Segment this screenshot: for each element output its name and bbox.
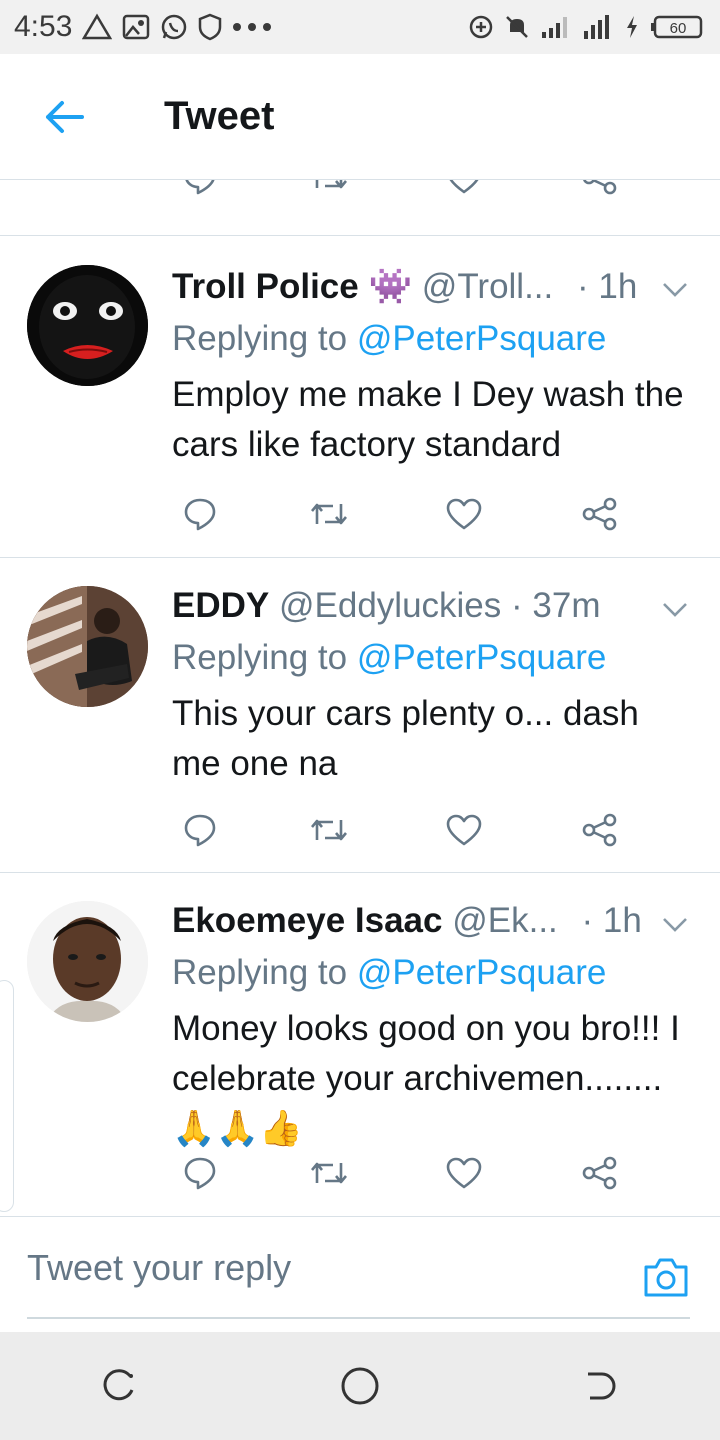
status-bar: 4:53 60 [0,0,720,54]
tweet-text-content: Money looks good on you bro!!! I celebra… [172,1009,680,1098]
avatar[interactable] [27,586,148,707]
tweet-header: Ekoemeye Isaac @Ek... · 1h [172,901,642,941]
tweet-header: EDDY @Eddyluckies · 37m [172,586,600,626]
chevron-down-icon[interactable] [660,274,690,304]
battery-icon: 60 [650,13,706,41]
back-icon[interactable] [570,1356,630,1416]
share-icon[interactable] [578,180,622,200]
tweet-feed[interactable]: Troll Police 👾 @Troll... · 1h Replying t… [0,180,720,1216]
like-icon[interactable] [442,1151,486,1195]
retweet-icon[interactable] [307,180,351,200]
tweet-emojis: 🙏🙏👍 [172,1109,303,1148]
author-name[interactable]: Ekoemeye Isaac [172,901,442,940]
retweet-icon[interactable] [307,808,351,852]
tweet-time: · 1h [577,267,638,306]
tweet-text: Money looks good on you bro!!! I celebra… [172,1004,702,1154]
retweet-icon[interactable] [307,492,351,536]
share-icon[interactable] [578,808,622,852]
shield-icon [198,13,222,41]
replying-to-label: Replying to [172,953,348,992]
system-nav-bar [0,1332,720,1440]
author-handle[interactable]: @Ek... [452,901,558,940]
signal-4g-icon [580,13,614,41]
like-icon[interactable] [442,180,486,200]
data-saver-icon [468,14,494,40]
charging-icon [624,14,640,40]
share-icon[interactable] [578,1151,622,1195]
replying-to-handle[interactable]: @PeterPsquare [357,638,607,677]
more-dots-icon [232,22,272,32]
mute-icon [504,14,530,40]
author-handle[interactable]: @Troll... [422,267,553,306]
signal-icon [540,14,570,40]
replying-to: Replying to @PeterPsquare [172,638,606,678]
name-emoji: 👾 [368,267,413,306]
recents-icon[interactable] [90,1356,150,1416]
retweet-icon[interactable] [307,1151,351,1195]
page-title: Tweet [164,94,275,138]
replying-to-handle[interactable]: @PeterPsquare [357,319,607,358]
chevron-down-icon[interactable] [660,909,690,939]
replying-to-label: Replying to [172,319,348,358]
author-name[interactable]: EDDY [172,586,269,625]
edge-panel-handle[interactable] [0,980,14,1212]
reply-icon[interactable] [178,180,222,200]
share-icon[interactable] [578,492,622,536]
replying-to-handle[interactable]: @PeterPsquare [357,953,607,992]
tweet-card[interactable]: EDDY @Eddyluckies · 37m Replying to @Pet… [0,557,720,872]
home-icon[interactable] [330,1356,390,1416]
whatsapp-icon [160,13,188,41]
battery-level: 60 [670,20,687,37]
author-handle[interactable]: @Eddyluckies [279,586,501,625]
reply-icon[interactable] [178,808,222,852]
chevron-down-icon[interactable] [660,594,690,624]
tweet-text: Employ me make I Dey wash the cars like … [172,375,684,464]
status-time: 4:53 [14,10,73,43]
camera-icon[interactable] [642,1255,690,1299]
reply-composer[interactable]: Tweet your reply [0,1216,720,1333]
previous-tweet-actions [0,180,720,210]
reply-icon[interactable] [178,492,222,536]
like-icon[interactable] [442,808,486,852]
reply-icon[interactable] [178,1151,222,1195]
avatar[interactable] [27,901,148,1022]
tweet-card[interactable]: Ekoemeye Isaac @Ek... · 1h Replying to @… [0,872,720,1216]
reply-input[interactable]: Tweet your reply [27,1247,291,1289]
app-bar: Tweet [0,54,720,180]
author-name[interactable]: Troll Police [172,267,359,306]
avatar[interactable] [27,265,148,386]
replying-to: Replying to @PeterPsquare [172,953,606,993]
like-icon[interactable] [442,492,486,536]
tweet-time: · 37m [511,586,601,625]
tweet-card[interactable]: Troll Police 👾 @Troll... · 1h Replying t… [0,235,720,556]
replying-to: Replying to @PeterPsquare [172,319,606,359]
tweet-header: Troll Police 👾 @Troll... · 1h [172,266,637,307]
tweet-text: This your cars plenty o... dash me one n… [172,694,639,783]
warning-icon [82,13,113,41]
back-arrow-icon[interactable] [34,87,94,147]
reply-input-underline [27,1317,690,1319]
tweet-time: · 1h [581,901,642,940]
image-icon [122,13,150,41]
replying-to-label: Replying to [172,638,348,677]
